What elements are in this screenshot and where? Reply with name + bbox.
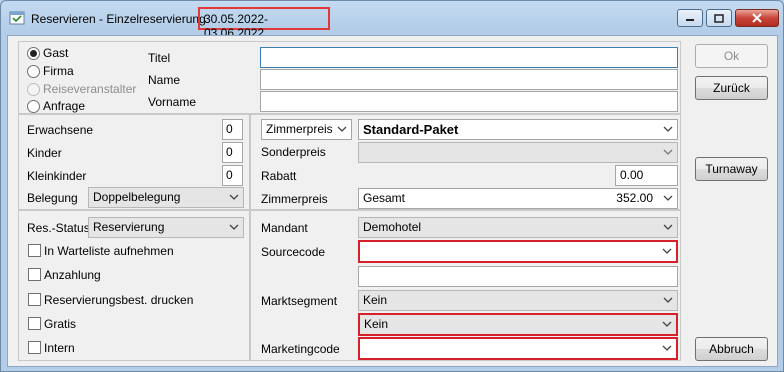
- reservation-window: Reservieren - Einzelreservierung 30.05.2…: [0, 0, 784, 372]
- mandant-select[interactable]: Demohotel: [358, 217, 678, 238]
- marktsegment-label: Marktsegment: [261, 294, 338, 308]
- chevron-down-icon: [663, 149, 673, 155]
- chevron-down-icon: [662, 248, 672, 254]
- titel-input[interactable]: [260, 47, 678, 68]
- marktsegment-select[interactable]: Kein: [358, 290, 678, 311]
- title-bar: Reservieren - Einzelreservierung 30.05.2…: [1, 1, 783, 40]
- mandant-value: Demohotel: [363, 220, 422, 234]
- intern-checkbox[interactable]: [28, 341, 41, 354]
- sonderpreis-select: [358, 142, 678, 163]
- package-select[interactable]: Standard-Paket: [358, 119, 678, 140]
- close-button[interactable]: [735, 9, 779, 27]
- radio-firma-label: Firma: [43, 64, 74, 78]
- vorname-input[interactable]: [260, 91, 678, 112]
- marktsegment-sub-value: Kein: [364, 317, 389, 331]
- zimmerpreis-type-select[interactable]: Zimmerpreis: [261, 119, 352, 140]
- counts-panel: Erwachsene 0 Kinder 0 Kleinkinder 0 Bele…: [18, 114, 250, 210]
- minimize-icon: [686, 19, 694, 21]
- titel-label: Titel: [148, 51, 171, 65]
- radio-reiseveranstalter: [27, 83, 40, 96]
- gratis-checkbox[interactable]: [28, 317, 41, 330]
- intern-label: Intern: [44, 341, 75, 355]
- belegung-label: Belegung: [27, 191, 78, 205]
- extra-input[interactable]: [358, 266, 678, 287]
- chevron-down-icon: [229, 194, 239, 200]
- drucken-checkbox[interactable]: [28, 293, 41, 306]
- zimmerpreis-select[interactable]: Gesamt 352.00: [358, 188, 678, 209]
- chevron-down-icon: [663, 297, 673, 303]
- sourcecode-select[interactable]: [358, 240, 678, 263]
- erwachsene-label: Erwachsene: [27, 123, 94, 137]
- zimmerpreis-label: Zimmerpreis: [261, 192, 328, 206]
- marktsegment-value: Kein: [363, 293, 388, 307]
- vorname-label: Vorname: [148, 95, 197, 109]
- minimize-button[interactable]: [677, 9, 703, 27]
- warteliste-label: In Warteliste aufnehmen: [44, 244, 174, 258]
- kleinkinder-input[interactable]: 0: [222, 165, 243, 186]
- chevron-down-icon: [663, 126, 673, 132]
- abbruch-button[interactable]: Abbruch: [695, 337, 768, 361]
- anzahlung-label: Anzahlung: [44, 268, 101, 282]
- chevron-down-icon: [662, 345, 672, 351]
- kinder-input[interactable]: 0: [222, 142, 243, 163]
- zimmerpreis-mode: Gesamt: [363, 191, 406, 205]
- drucken-label: Reservierungsbest. drucken: [44, 293, 194, 307]
- res-status-value: Reservierung: [93, 220, 165, 234]
- segment-panel: Mandant Demohotel Sourcecode Marktsegmen…: [250, 210, 681, 361]
- turnaway-button[interactable]: Turnaway: [695, 157, 768, 181]
- sonderpreis-label: Sonderpreis: [261, 145, 326, 159]
- close-icon: [752, 13, 762, 23]
- package-value: Standard-Paket: [363, 122, 459, 137]
- zimmerpreis-type-value: Zimmerpreis: [266, 122, 333, 136]
- chevron-down-icon: [337, 126, 347, 132]
- app-icon: [9, 11, 25, 25]
- chevron-down-icon: [663, 224, 673, 230]
- anzahlung-checkbox[interactable]: [28, 268, 41, 281]
- maximize-icon: [714, 13, 724, 23]
- radio-firma[interactable]: [27, 65, 40, 78]
- res-status-select[interactable]: Reservierung: [88, 217, 244, 238]
- mandant-label: Mandant: [261, 221, 308, 235]
- name-label: Name: [148, 73, 181, 87]
- marketingcode-label: Marketingcode: [261, 342, 340, 356]
- kleinkinder-label: Kleinkinder: [27, 169, 87, 183]
- radio-anfrage-label: Anfrage: [43, 99, 86, 113]
- maximize-button[interactable]: [706, 9, 732, 27]
- name-input[interactable]: [260, 69, 678, 90]
- window-title: Reservieren - Einzelreservierung: [31, 12, 206, 26]
- dialog-body: Gast Firma Reiseveranstalter Anfrage Tit…: [7, 35, 778, 367]
- chevron-down-icon: [662, 321, 672, 327]
- pricing-panel: Zimmerpreis Standard-Paket Sonderpreis R…: [250, 114, 681, 210]
- marketingcode-select[interactable]: [358, 337, 678, 360]
- warteliste-checkbox[interactable]: [28, 244, 41, 257]
- gratis-label: Gratis: [44, 317, 77, 331]
- radio-reiseveranstalter-label: Reiseveranstalter: [43, 82, 137, 96]
- zurueck-button[interactable]: Zurück: [695, 76, 768, 100]
- date-range: 30.05.2022-03.06.2022: [198, 7, 330, 40]
- ok-button[interactable]: Ok: [695, 44, 768, 68]
- erwachsene-input[interactable]: 0: [222, 119, 243, 140]
- kinder-label: Kinder: [27, 146, 62, 160]
- sourcecode-label: Sourcecode: [261, 245, 326, 259]
- status-panel: Res.-Status Reservierung In Warteliste a…: [18, 210, 250, 361]
- rabatt-label: Rabatt: [261, 169, 297, 183]
- guest-panel: Gast Firma Reiseveranstalter Anfrage Tit…: [18, 41, 681, 114]
- zimmerpreis-amount: 352.00: [616, 191, 653, 205]
- radio-gast-label: Gast: [43, 46, 69, 60]
- chevron-down-icon: [229, 224, 239, 230]
- radio-anfrage[interactable]: [27, 100, 40, 113]
- res-status-label: Res.-Status: [27, 221, 90, 235]
- chevron-down-icon: [663, 195, 673, 201]
- belegung-select[interactable]: Doppelbelegung: [88, 187, 244, 208]
- rabatt-input[interactable]: 0.00: [615, 165, 678, 186]
- marktsegment-sub-select[interactable]: Kein: [358, 313, 678, 336]
- radio-gast[interactable]: [27, 47, 40, 60]
- belegung-value: Doppelbelegung: [93, 190, 181, 204]
